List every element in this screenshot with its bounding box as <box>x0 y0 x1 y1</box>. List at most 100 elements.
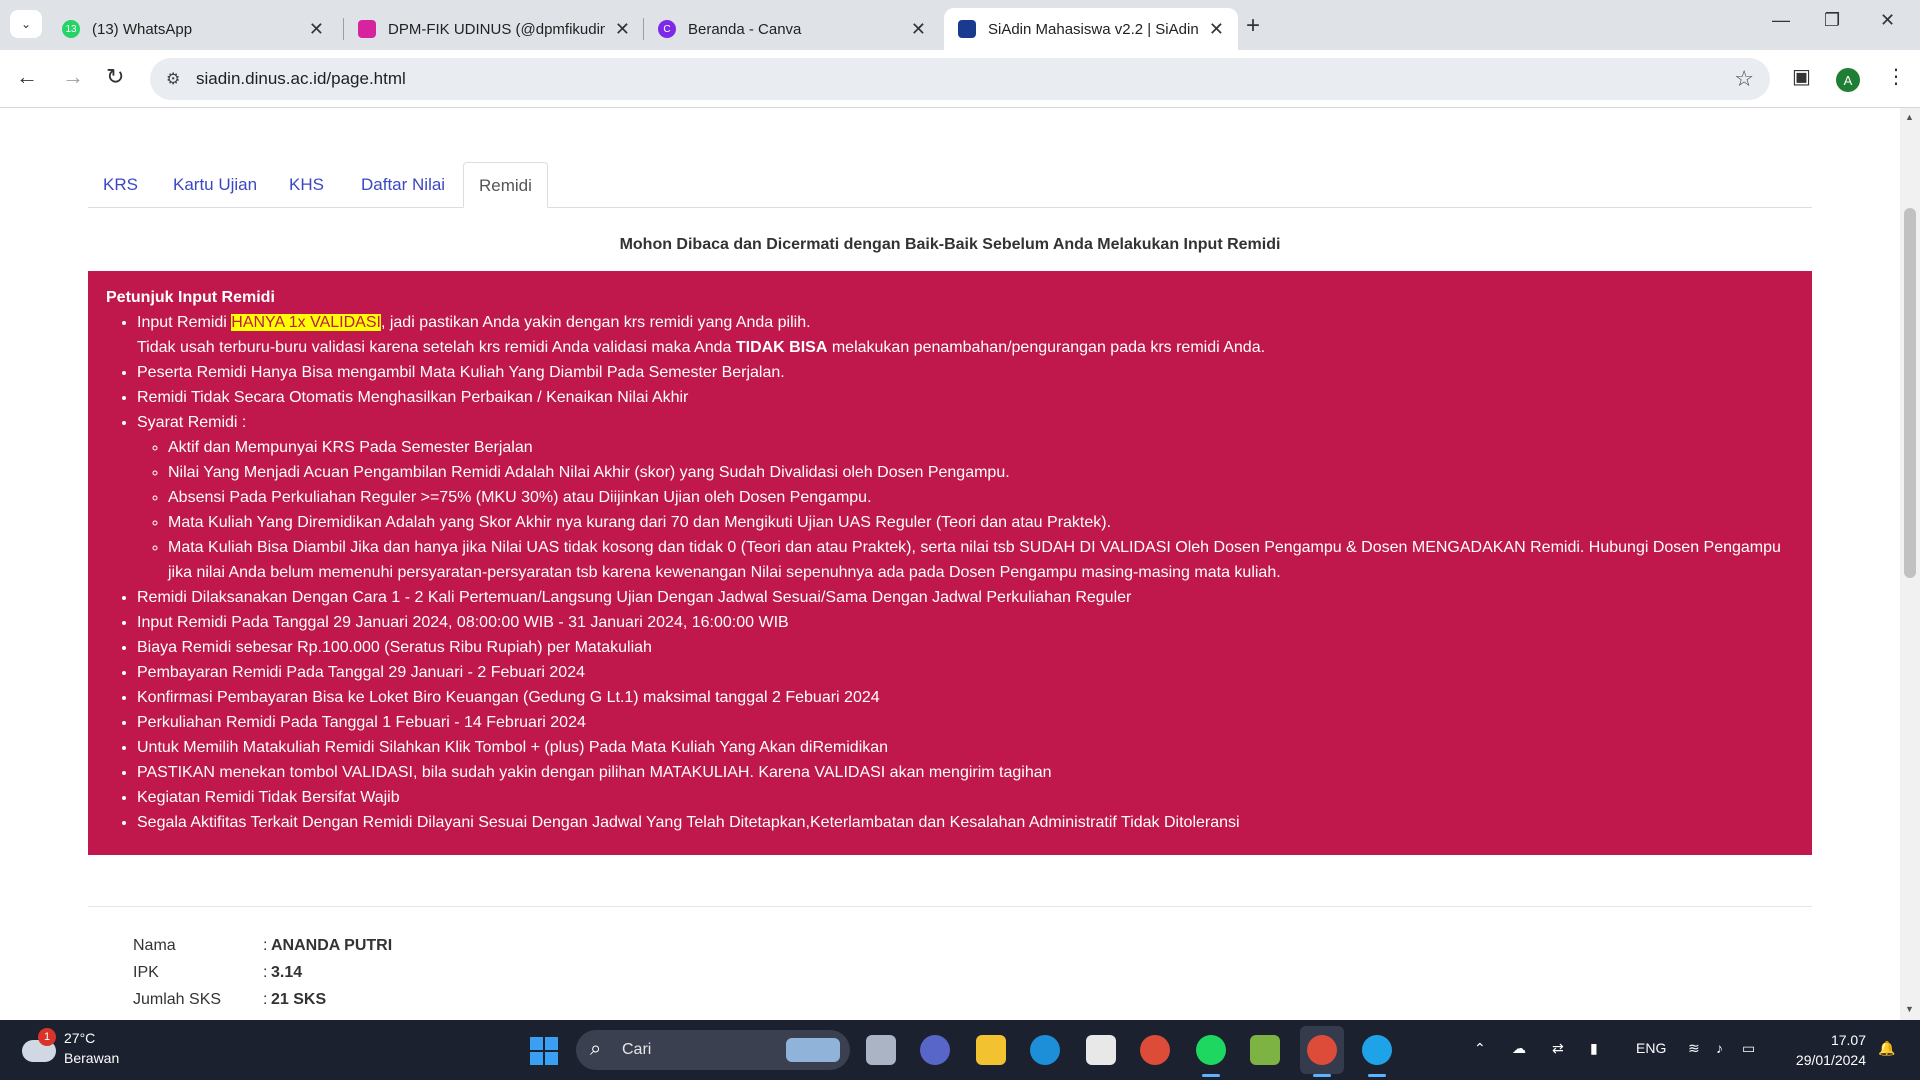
list-item: Untuk Memilih Matakuliah Remidi Silahkan… <box>137 735 1794 760</box>
list-item: Kegiatan Remidi Tidak Bersifat Wajib <box>137 785 1794 810</box>
notification-bell-icon[interactable]: 🔔 <box>1878 1040 1895 1057</box>
list-item: Konfirmasi Pembayaran Bisa ke Loket Biro… <box>137 685 1794 710</box>
profile-avatar[interactable]: A <box>1836 68 1860 92</box>
meter-icon[interactable]: ▮ <box>1590 1040 1598 1057</box>
browser-tab-instagram[interactable]: DPM-FIK UDINUS (@dpmfikudinus) ✕ <box>344 8 644 50</box>
browser-tab-canva[interactable]: C Beranda - Canva ✕ <box>644 8 940 50</box>
paint-icon[interactable] <box>1250 1035 1280 1065</box>
list-item: Biaya Remidi sebesar Rp.100.000 (Seratus… <box>137 635 1794 660</box>
scrollbar-thumb[interactable] <box>1904 208 1916 578</box>
browser-tab-whatsapp[interactable]: 13 (13) WhatsApp ✕ <box>48 8 338 50</box>
list-item: Input Remidi Pada Tanggal 29 Januari 202… <box>137 610 1794 635</box>
student-sks: 21 SKS <box>271 991 327 1008</box>
tab-title: (13) WhatsApp <box>92 20 193 38</box>
scroll-down-icon[interactable]: ▼ <box>1905 1004 1914 1014</box>
start-button[interactable] <box>530 1037 558 1065</box>
weather-desc[interactable]: Berawan <box>64 1050 119 1066</box>
url-text[interactable]: siadin.dinus.ac.id/page.html <box>196 69 406 89</box>
taskbar-search[interactable]: ⌕ Cari <box>576 1030 850 1070</box>
remidi-instructions-box: Petunjuk Input Remidi Input Remidi HANYA… <box>88 271 1812 855</box>
student-name: ANANDA PUTRI <box>271 937 393 954</box>
tab-remidi[interactable]: Remidi <box>463 162 548 208</box>
windows-taskbar: 1 27°C Berawan ⌕ Cari ⌃ ☁ ⇄ ▮ ENG ≋ ♪ ▭ … <box>0 1020 1920 1080</box>
back-icon[interactable]: ← <box>16 64 38 90</box>
tab-title: DPM-FIK UDINUS (@dpmfikudinus) <box>388 20 605 38</box>
snipping-tool-icon[interactable] <box>1086 1035 1116 1065</box>
canva-icon: C <box>658 20 676 38</box>
bookmark-star-icon[interactable]: ☆ <box>1734 66 1754 92</box>
tab-kartu-ujian[interactable]: Kartu Ujian <box>158 162 272 208</box>
onedrive-icon[interactable]: ☁ <box>1512 1040 1526 1057</box>
clock[interactable]: 17.07 29/01/2024 <box>1786 1030 1866 1070</box>
whatsapp-icon: 13 <box>62 20 80 38</box>
notification-badge: 1 <box>38 1028 56 1046</box>
info-label: Jumlah SKS <box>133 991 222 1008</box>
task-view-icon[interactable] <box>866 1035 896 1065</box>
info-label: IPK <box>133 964 159 981</box>
file-explorer-icon[interactable] <box>976 1035 1006 1065</box>
battery-icon[interactable]: ▭ <box>1742 1040 1755 1057</box>
site-info-icon[interactable]: ⚙ <box>166 69 180 89</box>
clock-time: 17.07 <box>1830 1032 1866 1048</box>
clock-date: 29/01/2024 <box>1795 1052 1866 1068</box>
volume-icon[interactable]: ♪ <box>1716 1040 1723 1056</box>
close-window-icon[interactable]: ✕ <box>1880 10 1895 31</box>
chrome-profile-icon[interactable] <box>1307 1035 1337 1077</box>
chevron-down-icon: ⌄ <box>20 17 32 31</box>
list-item: Mata Kuliah Yang Diremidikan Adalah yang… <box>168 510 1794 535</box>
wifi-icon[interactable]: ≋ <box>1688 1040 1700 1057</box>
menu-kebab-icon[interactable]: ⋮ <box>1886 64 1906 89</box>
close-icon[interactable]: ✕ <box>911 19 926 40</box>
spotify-icon[interactable] <box>1196 1035 1226 1077</box>
list-item: Remidi Dilaksanakan Dengan Cara 1 - 2 Ka… <box>137 585 1794 610</box>
edge-icon[interactable] <box>1030 1035 1060 1065</box>
chevron-up-icon[interactable]: ⌃ <box>1474 1040 1486 1057</box>
scroll-up-icon[interactable]: ▲ <box>1905 112 1914 122</box>
page-tabs: KRS Kartu Ujian KHS Daftar Nilai Remidi <box>88 162 1812 208</box>
restore-icon[interactable]: ❐ <box>1824 10 1840 31</box>
weather-temp[interactable]: 27°C <box>64 1030 95 1046</box>
list-item: Input Remidi HANYA 1x VALIDASI, jadi pas… <box>137 310 1794 360</box>
info-label: Nama <box>133 937 176 954</box>
side-panel-icon[interactable]: ▣ <box>1792 64 1811 89</box>
list-item: Segala Aktifitas Terkait Dengan Remidi D… <box>137 810 1794 835</box>
tab-khs[interactable]: KHS <box>274 162 339 208</box>
chat-icon[interactable] <box>920 1035 950 1065</box>
list-item: PASTIKAN menekan tombol VALIDASI, bila s… <box>137 760 1794 785</box>
forward-icon[interactable]: → <box>62 64 84 90</box>
instagram-icon <box>358 20 376 38</box>
close-icon[interactable]: ✕ <box>309 19 324 40</box>
reload-icon[interactable]: ↻ <box>106 64 124 90</box>
list-item: Mata Kuliah Bisa Diambil Jika dan hanya … <box>168 535 1794 585</box>
tab-krs[interactable]: KRS <box>88 162 153 208</box>
tab-daftar-nilai[interactable]: Daftar Nilai <box>346 162 460 208</box>
tab-title: SiAdin Mahasiswa v2.2 | SiAdin <box>988 20 1199 38</box>
browser-tab-siadin[interactable]: SiAdin Mahasiswa v2.2 | SiAdin ✕ <box>944 8 1238 50</box>
browser-toolbar: ← → ↻ ⚙ siadin.dinus.ac.id/page.html ☆ ▣… <box>0 50 1920 108</box>
new-tab-button[interactable]: + <box>1246 12 1260 40</box>
chrome-icon[interactable] <box>1140 1035 1170 1065</box>
tab-title: Beranda - Canva <box>688 20 802 38</box>
search-highlight-image <box>786 1038 840 1062</box>
tab-search-button[interactable]: ⌄ <box>10 10 42 38</box>
student-ipk: 3.14 <box>271 964 303 981</box>
list-item: Absensi Pada Perkuliahan Reguler >=75% (… <box>168 485 1794 510</box>
minimize-icon[interactable]: — <box>1772 10 1790 31</box>
notice-title: Mohon Dibaca dan Dicermati dengan Baik-B… <box>619 236 1281 253</box>
close-icon[interactable]: ✕ <box>1209 19 1224 40</box>
page-scrollbar[interactable]: ▲ ▼ <box>1900 108 1920 1020</box>
search-label: Cari <box>622 1041 652 1058</box>
siadin-icon <box>958 20 976 38</box>
highlight-text: HANYA 1x VALIDASI <box>231 314 381 331</box>
list-item: Pembayaran Remidi Pada Tanggal 29 Januar… <box>137 660 1794 685</box>
address-bar[interactable]: ⚙ siadin.dinus.ac.id/page.html ☆ <box>150 58 1770 100</box>
instruction-list: Input Remidi HANYA 1x VALIDASI, jadi pas… <box>106 310 1794 835</box>
box-title: Petunjuk Input Remidi <box>106 289 275 306</box>
language-indicator[interactable]: ENG <box>1636 1040 1666 1056</box>
search-icon: ⌕ <box>590 1038 602 1060</box>
list-item: Perkuliahan Remidi Pada Tanggal 1 Febuar… <box>137 710 1794 735</box>
close-icon[interactable]: ✕ <box>615 19 630 40</box>
list-item: Remidi Tidak Secara Otomatis Menghasilka… <box>137 385 1794 410</box>
settings-sliders-icon[interactable]: ⇄ <box>1552 1040 1564 1057</box>
app-icon[interactable] <box>1362 1035 1392 1077</box>
